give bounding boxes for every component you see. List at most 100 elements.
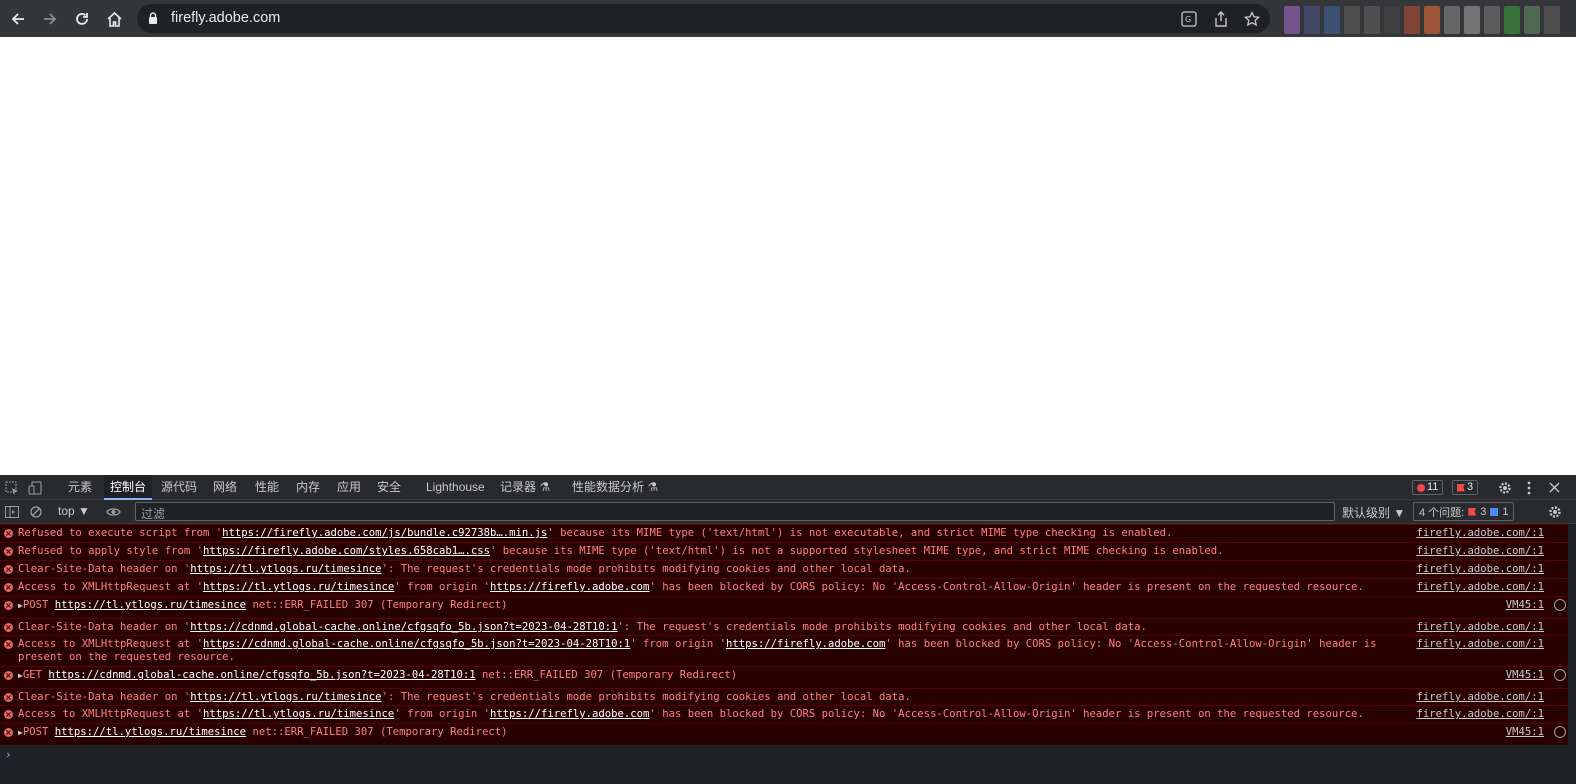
message-source-link[interactable]: firefly.adobe.com/:1 bbox=[1416, 638, 1544, 651]
message-link[interactable]: https://firefly.adobe.com bbox=[726, 638, 885, 650]
console-error-message[interactable]: × ▶POST https://tl.ytlogs.ru/timesince ne… bbox=[0, 723, 1568, 745]
translate-button[interactable]: G bbox=[1179, 9, 1199, 29]
console-error-message[interactable]: × Clear-Site-Data header on 'https://cdnm… bbox=[0, 618, 1568, 635]
extension-icon[interactable] bbox=[1404, 6, 1420, 34]
message-link[interactable]: https://tl.ytlogs.ru/timesince bbox=[55, 726, 246, 738]
extension-icon[interactable] bbox=[1504, 6, 1520, 34]
console-error-message[interactable]: × Access to XMLHttpRequest at 'https://tl… bbox=[0, 705, 1568, 723]
console-error-message[interactable]: × Refused to apply style from 'https://fi… bbox=[0, 542, 1568, 560]
error-icon: × bbox=[4, 710, 13, 719]
devtools-tab[interactable]: 网络 bbox=[207, 475, 243, 500]
message-link[interactable]: https://tl.ytlogs.ru/timesince bbox=[190, 563, 381, 575]
device-toolbar-button[interactable] bbox=[27, 480, 43, 496]
message-text: Clear-Site-Data header on 'https://tl.yt… bbox=[18, 563, 1398, 576]
console-error-message[interactable]: × Clear-Site-Data header on 'https://tl.y… bbox=[0, 688, 1568, 705]
devtools-tab[interactable]: 控制台 bbox=[104, 475, 153, 500]
message-fragment: ' because its MIME type ('text/html') is… bbox=[489, 545, 1224, 557]
forward-button[interactable] bbox=[37, 6, 63, 32]
message-link[interactable]: https://firefly.adobe.com/js/bundle.c927… bbox=[222, 527, 547, 539]
devtools-tab[interactable]: 元素 bbox=[62, 475, 98, 500]
message-link[interactable]: https://firefly.adobe.com/styles.658cab1… bbox=[203, 545, 490, 557]
replay-request-icon[interactable] bbox=[1554, 726, 1566, 738]
console-error-message[interactable]: × Clear-Site-Data header on 'https://tl.y… bbox=[0, 560, 1568, 578]
devtools-tab[interactable]: 安全 bbox=[371, 475, 407, 500]
console-scrollbar[interactable] bbox=[1568, 524, 1576, 784]
message-link[interactable]: https://tl.ytlogs.ru/timesince bbox=[190, 691, 381, 703]
message-fragment: Access to XMLHttpRequest at ' bbox=[18, 638, 203, 650]
message-link[interactable]: https://cdnmd.global-cache.online/cfgsqf… bbox=[190, 621, 617, 633]
extension-icon[interactable] bbox=[1384, 6, 1400, 34]
console-error-message[interactable]: × Refused to execute script from 'https:/… bbox=[0, 524, 1568, 542]
devtools-tab[interactable]: 内存 bbox=[290, 475, 326, 500]
message-source-link[interactable]: firefly.adobe.com/:1 bbox=[1416, 581, 1544, 594]
devtools-tab[interactable]: 记录器 ⚗ bbox=[494, 475, 556, 500]
console-error-message[interactable]: × Access to XMLHttpRequest at 'https://tl… bbox=[0, 578, 1568, 596]
console-settings-button[interactable] bbox=[1546, 504, 1563, 520]
devtools-tab[interactable]: 源代码 bbox=[155, 475, 203, 500]
extension-icon[interactable] bbox=[1284, 6, 1300, 34]
address-bar[interactable]: firefly.adobe.com G bbox=[137, 4, 1270, 33]
devtools-tab[interactable]: 性能 bbox=[249, 475, 285, 500]
home-button[interactable] bbox=[101, 6, 127, 32]
extension-icon[interactable] bbox=[1524, 6, 1540, 34]
context-selector[interactable]: top ▼ bbox=[58, 504, 90, 518]
log-level-selector[interactable]: 默认级别 ▼ bbox=[1342, 504, 1405, 521]
console-error-message[interactable]: × ▶POST https://tl.ytlogs.ru/timesince ne… bbox=[0, 596, 1568, 618]
error-icon: × bbox=[4, 671, 13, 680]
message-source-link[interactable]: firefly.adobe.com/:1 bbox=[1416, 527, 1544, 540]
clear-console-button[interactable] bbox=[28, 504, 44, 520]
message-link[interactable]: https://firefly.adobe.com bbox=[490, 581, 649, 593]
extension-icon[interactable] bbox=[1324, 6, 1340, 34]
error-count-badge[interactable]: 11 bbox=[1412, 480, 1444, 495]
extension-icon[interactable] bbox=[1444, 6, 1460, 34]
extension-icon[interactable] bbox=[1484, 6, 1500, 34]
message-source-link[interactable]: VM45:1 bbox=[1506, 669, 1544, 682]
console-error-message[interactable]: × Access to XMLHttpRequest at 'https://cd… bbox=[0, 635, 1568, 666]
message-source-link[interactable]: firefly.adobe.com/:1 bbox=[1416, 691, 1544, 704]
message-link[interactable]: https://tl.ytlogs.ru/timesince bbox=[203, 708, 394, 720]
issues-button[interactable]: 4 个问题: 3 1 bbox=[1413, 502, 1515, 521]
message-link[interactable]: https://cdnmd.global-cache.online/cfgsqf… bbox=[203, 638, 630, 650]
devtools-tab[interactable]: 应用 bbox=[331, 475, 367, 500]
inspect-element-button[interactable] bbox=[4, 480, 20, 496]
extension-icon[interactable] bbox=[1544, 6, 1560, 34]
message-link[interactable]: https://tl.ytlogs.ru/timesince bbox=[55, 599, 246, 611]
message-source-link[interactable]: firefly.adobe.com/:1 bbox=[1416, 708, 1544, 721]
extension-icon[interactable] bbox=[1364, 6, 1380, 34]
devtools-tab[interactable]: 性能数据分析 ⚗ bbox=[566, 475, 664, 500]
close-devtools-button[interactable] bbox=[1546, 479, 1563, 496]
error-icon: × bbox=[4, 529, 13, 538]
issue-flag-badge[interactable]: 3 bbox=[1452, 480, 1479, 495]
back-button[interactable] bbox=[5, 6, 31, 32]
message-link[interactable]: https://firefly.adobe.com bbox=[490, 708, 649, 720]
live-expression-button[interactable] bbox=[104, 504, 122, 520]
replay-request-icon[interactable] bbox=[1554, 599, 1566, 611]
message-link[interactable]: https://tl.ytlogs.ru/timesince bbox=[203, 581, 394, 593]
more-options-button[interactable] bbox=[1522, 479, 1536, 496]
console-error-message[interactable]: × ▶GET https://cdnmd.global-cache.online/… bbox=[0, 666, 1568, 688]
extension-icon[interactable] bbox=[1304, 6, 1320, 34]
bookmark-button[interactable] bbox=[1242, 9, 1262, 29]
message-source-link[interactable]: firefly.adobe.com/:1 bbox=[1416, 545, 1544, 558]
settings-button[interactable] bbox=[1496, 479, 1513, 496]
message-link[interactable]: https://cdnmd.global-cache.online/cfgsqf… bbox=[48, 669, 475, 681]
message-source-link[interactable]: VM45:1 bbox=[1506, 726, 1544, 739]
message-source-link[interactable]: firefly.adobe.com/:1 bbox=[1416, 563, 1544, 576]
console-filter-input[interactable]: 过滤 bbox=[135, 502, 1335, 521]
message-source-link[interactable]: VM45:1 bbox=[1506, 599, 1544, 612]
share-button[interactable] bbox=[1211, 9, 1231, 29]
extension-icon[interactable] bbox=[1424, 6, 1440, 34]
error-icon: × bbox=[4, 640, 13, 649]
reload-button[interactable] bbox=[69, 6, 95, 32]
show-sidebar-button[interactable] bbox=[4, 504, 20, 520]
extensions-strip[interactable] bbox=[1278, 2, 1570, 38]
message-source-link[interactable]: firefly.adobe.com/:1 bbox=[1416, 621, 1544, 634]
message-fragment: GET bbox=[22, 669, 49, 681]
console-prompt[interactable]: › bbox=[5, 748, 12, 761]
url-text: firefly.adobe.com bbox=[171, 10, 281, 26]
extension-icon[interactable] bbox=[1464, 6, 1480, 34]
message-text: ▶POST https://tl.ytlogs.ru/timesince net… bbox=[18, 599, 1398, 612]
replay-request-icon[interactable] bbox=[1554, 669, 1566, 681]
devtools-tab[interactable]: Lighthouse bbox=[420, 475, 491, 500]
extension-icon[interactable] bbox=[1344, 6, 1360, 34]
